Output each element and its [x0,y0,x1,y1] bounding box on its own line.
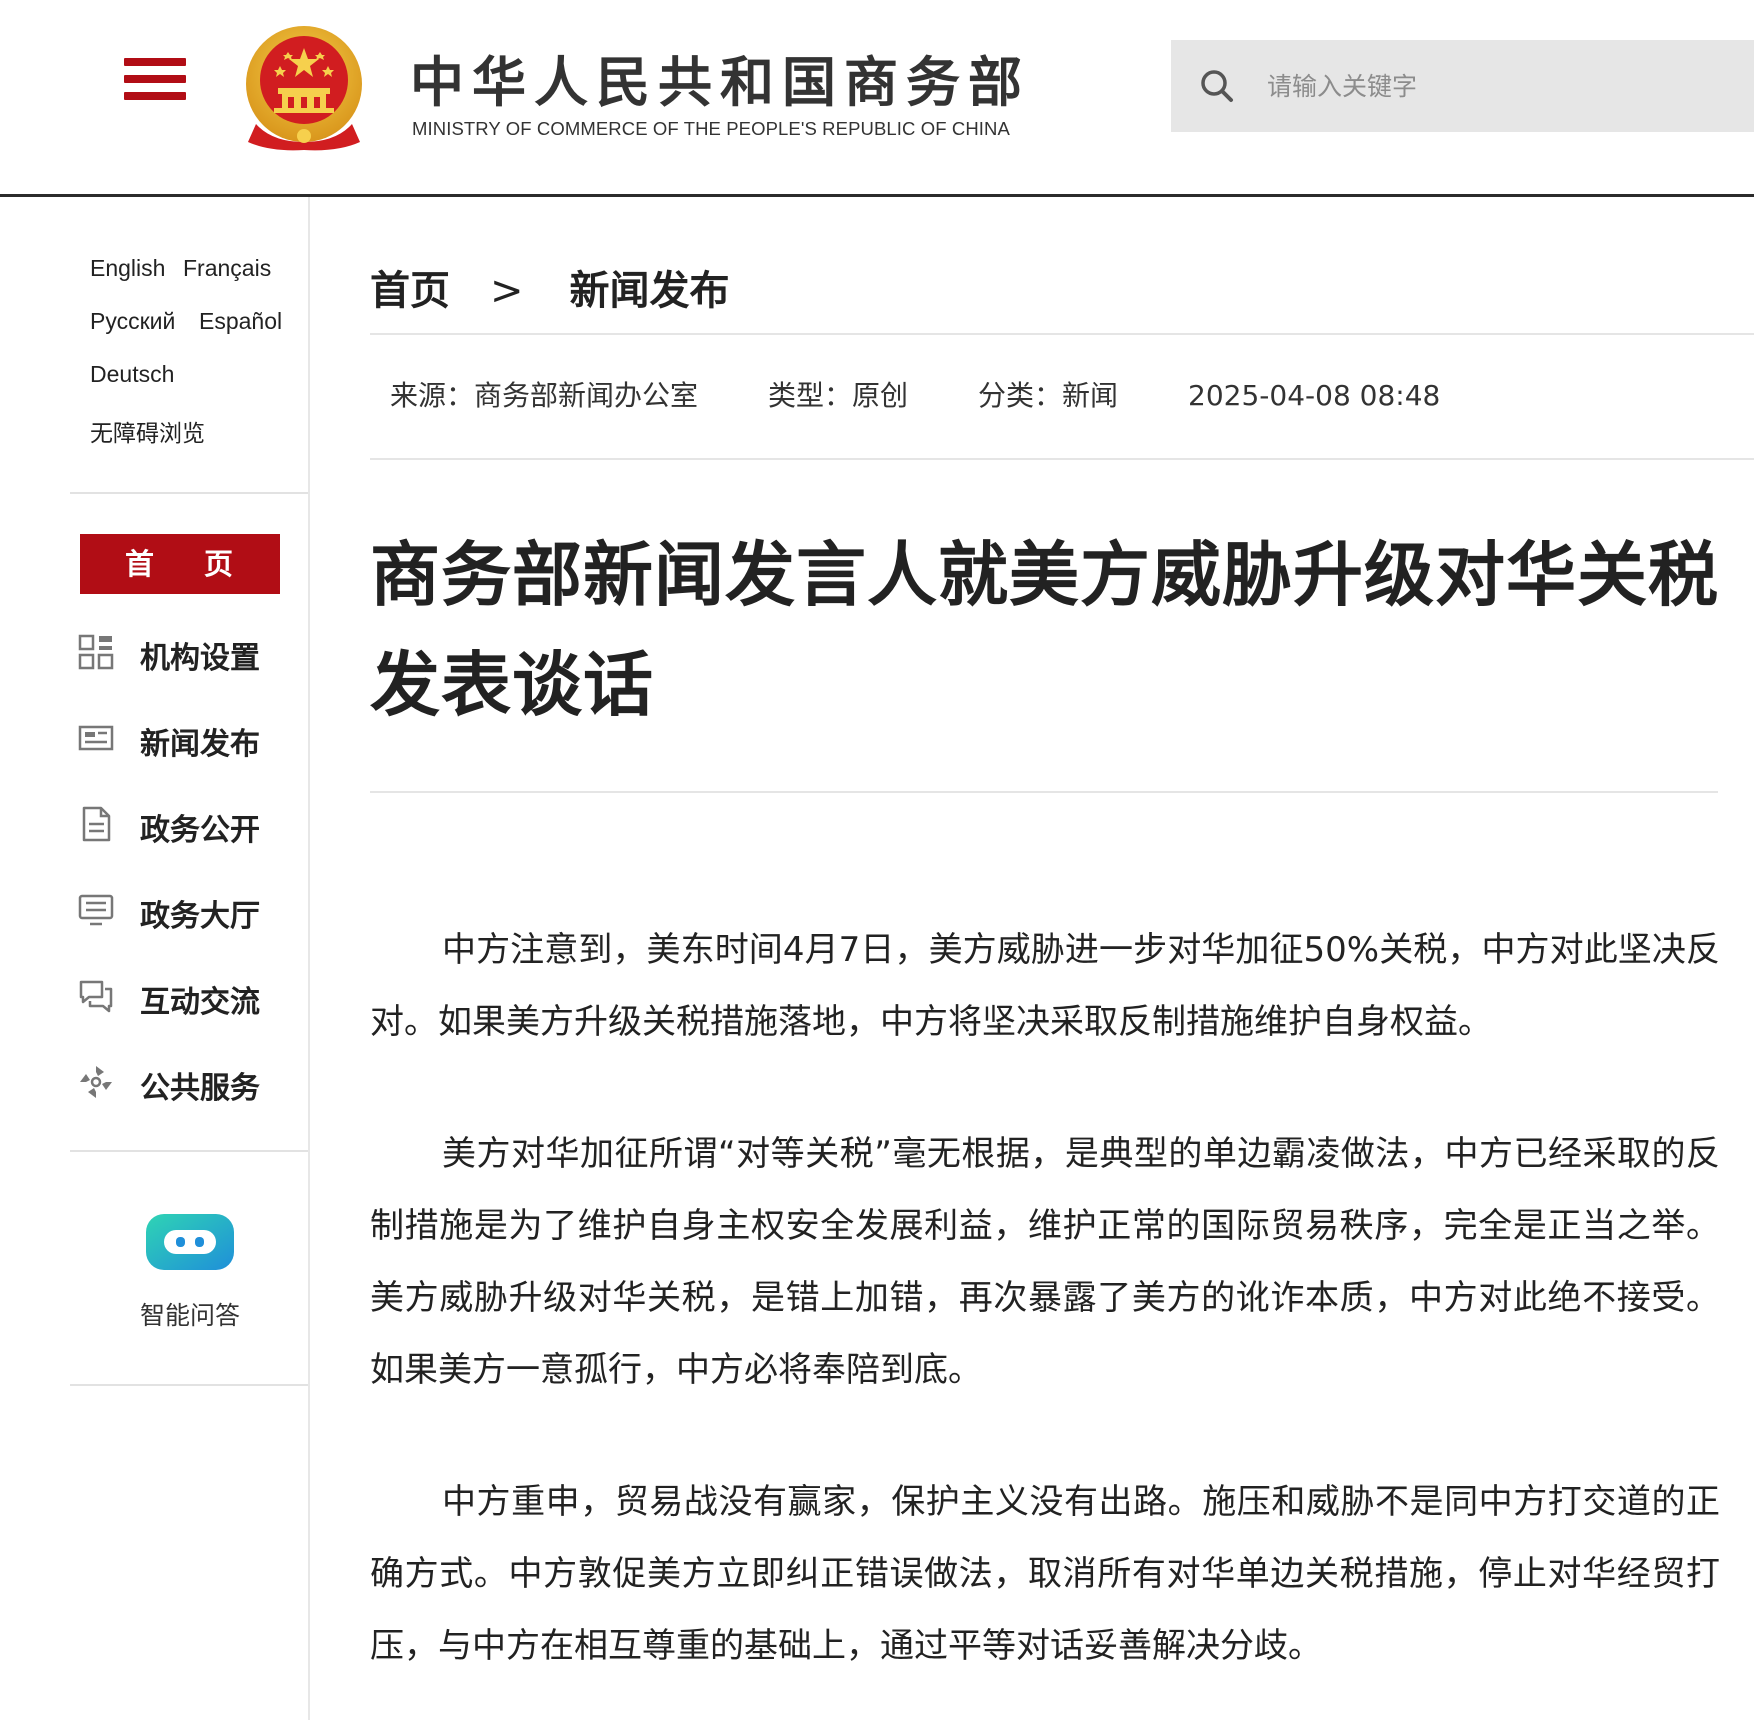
lang-french-link[interactable]: Français [183,255,271,282]
national-emblem-logo[interactable] [242,24,366,152]
sidebar-item-label: 公共服务 [140,1071,260,1106]
article-paragraph: 中方重申，贸易战没有赢家，保护主义没有出路。施压和威胁不是同中方打交道的正确方式… [370,1482,1720,1666]
site-title: 中华人民共和国商务部 [410,51,1030,114]
sidebar-divider-top [70,492,308,494]
smart-qa-button[interactable]: 智能问答 [120,1190,260,1350]
breadcrumb-home-link[interactable]: 首页 [370,268,450,314]
chatbot-icon [146,1214,234,1270]
sidebar-item-news[interactable]: 新闻发布 [78,713,293,763]
accessibility-link[interactable]: 无障碍浏览 [90,414,205,448]
sidebar-item-label: 政务大厅 [140,899,260,934]
meta-divider [370,458,1754,460]
sidebar-home-button[interactable]: 首 页 [80,534,280,594]
sidebar-item-label: 机构设置 [140,641,260,676]
lang-russian-link[interactable]: Русский [90,308,175,335]
meta-type: 类型：原创 [768,379,909,412]
sidebar-item-label: 新闻发布 [140,727,260,762]
sidebar-item-service-hall[interactable]: 政务大厅 [78,885,293,935]
lang-english-link[interactable]: English [90,255,165,282]
sidebar-divider-middle [70,1150,308,1152]
hamburger-menu-icon[interactable] [124,58,186,108]
article-paragraph: 美方对华加征所谓“对等关税”毫无根据，是典型的单边霸凌做法，中方已经采取的反制措… [370,1134,1720,1390]
site-subtitle: MINISTRY OF COMMERCE OF THE PEOPLE'S REP… [412,118,1010,139]
grid-icon [78,634,114,670]
breadcrumb-news-link[interactable]: 新闻发布 [570,268,730,314]
document-icon [82,806,111,842]
chat-icon [79,980,113,1013]
article-meta: 来源：商务部新闻办公室 类型：原创 分类：新闻 2025-04-08 08:48 [390,374,1440,414]
search-icon[interactable] [1199,68,1235,104]
breadcrumb: 首页 > 新闻发布 [370,258,730,316]
monitor-icon [78,894,114,926]
sidebar-divider [308,197,310,1720]
search-box [1171,40,1754,132]
smart-qa-label: 智能问答 [139,1301,240,1330]
sidebar-divider-bottom [70,1384,308,1386]
breadcrumb-separator: > [490,268,524,314]
sidebar-item-public-service[interactable]: 公共服务 [78,1057,293,1107]
sidebar-item-organization[interactable]: 机构设置 [78,627,293,677]
meta-source: 来源：商务部新闻办公室 [390,379,699,412]
lang-german-link[interactable]: Deutsch [90,361,174,388]
title-divider [370,791,1718,793]
sidebar-item-label: 互动交流 [140,985,260,1020]
article-title: 商务部新闻发言人就美方威胁升级对华关税发表谈话 [370,534,1719,726]
meta-datetime: 2025-04-08 08:48 [1188,379,1441,412]
breadcrumb-divider [370,333,1754,335]
search-input[interactable] [1267,40,1737,132]
sidebar-item-gov-affairs[interactable]: 政务公开 [78,799,293,849]
article-paragraph: 中方注意到，美东时间4月7日，美方威胁进一步对华加征50%关税，中方对此坚决反对… [370,930,1720,1042]
service-icon [80,1066,112,1098]
sidebar-item-label: 政务公开 [140,813,260,848]
lang-spanish-link[interactable]: Español [199,308,282,335]
newspaper-icon [78,725,114,751]
site-header: 中华人民共和国商务部 MINISTRY OF COMMERCE OF THE P… [0,0,1754,197]
meta-category: 分类：新闻 [978,379,1119,412]
sidebar-item-interaction[interactable]: 互动交流 [78,971,293,1021]
